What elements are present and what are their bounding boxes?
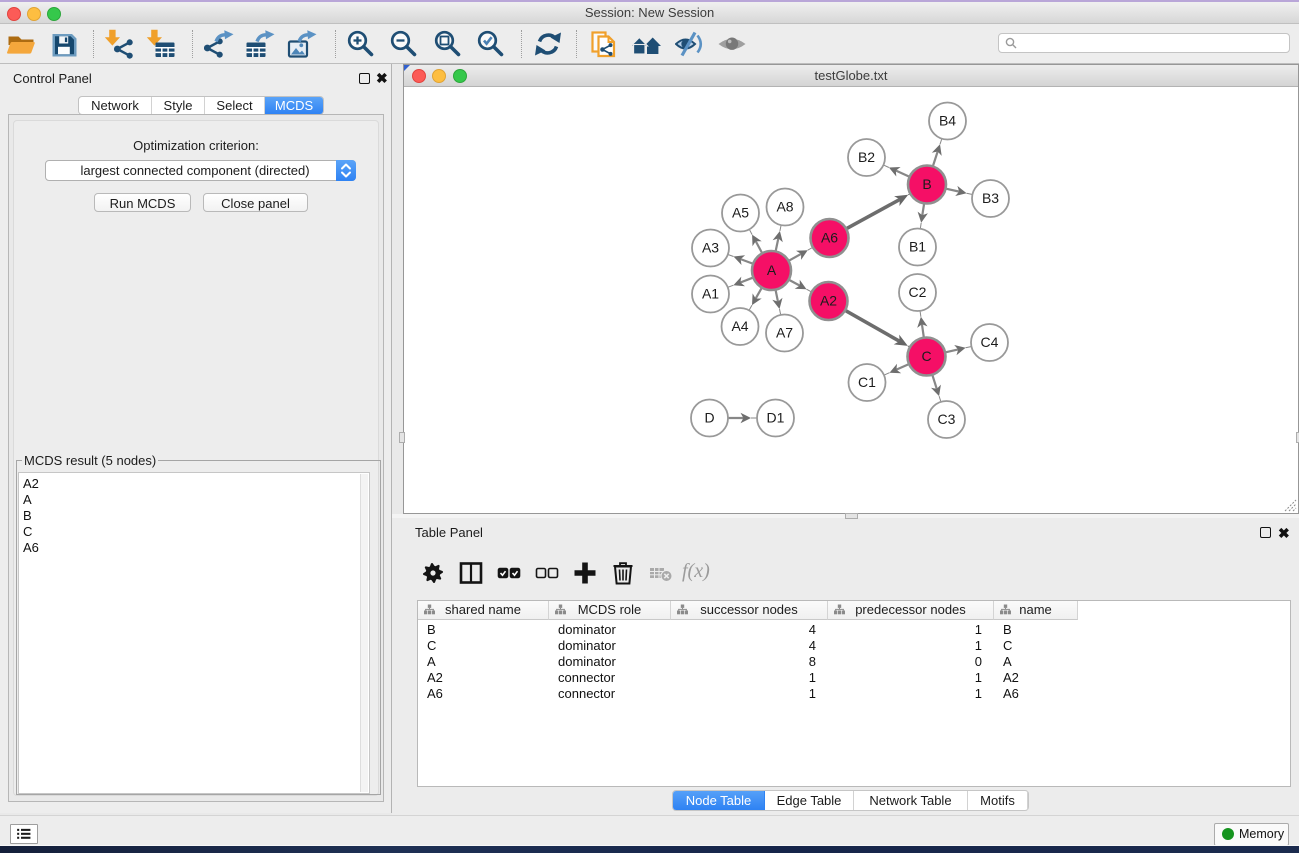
svg-text:A: A	[767, 262, 777, 278]
svg-text:B2: B2	[858, 149, 875, 165]
svg-text:D1: D1	[767, 410, 785, 426]
svg-text:C2: C2	[909, 284, 927, 300]
svg-text:C1: C1	[858, 374, 876, 390]
svg-text:B3: B3	[982, 190, 999, 206]
svg-text:C4: C4	[981, 334, 999, 350]
svg-text:D: D	[704, 410, 714, 426]
svg-text:B4: B4	[939, 113, 956, 129]
svg-text:C3: C3	[938, 411, 956, 427]
svg-text:A4: A4	[731, 318, 748, 334]
svg-text:B1: B1	[909, 239, 926, 255]
svg-text:A3: A3	[702, 240, 719, 256]
svg-text:A6: A6	[821, 230, 838, 246]
svg-text:B: B	[922, 176, 931, 192]
svg-text:C: C	[921, 348, 931, 364]
svg-text:A5: A5	[732, 205, 749, 221]
svg-text:A7: A7	[776, 325, 793, 341]
svg-text:A8: A8	[776, 199, 793, 215]
svg-text:A2: A2	[820, 293, 837, 309]
svg-text:A1: A1	[702, 286, 719, 302]
